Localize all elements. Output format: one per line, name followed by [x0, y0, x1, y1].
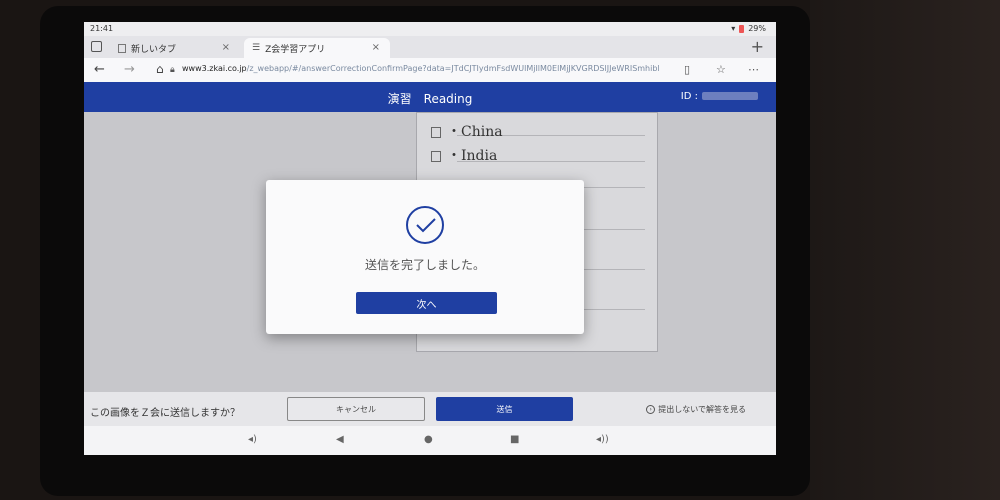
handwritten-entry: ・India: [431, 145, 497, 165]
address-bar: ← → ⌂ 🔒︎ www3.zkai.co.jp/z_webapp/#/answ…: [84, 58, 776, 82]
view-answer-link[interactable]: › 提出しないで解答を見る: [646, 404, 746, 415]
battery-icon: [739, 24, 745, 33]
favorites-star-icon[interactable]: ☆: [716, 63, 726, 76]
user-id: ID :: [681, 91, 758, 102]
wifi-icon: ▾: [731, 24, 736, 33]
status-time: 21:41: [90, 24, 114, 33]
page-title: 演習 Reading: [387, 92, 473, 106]
user-id-masked: [702, 92, 758, 100]
url-host: www3.zkai.co.jp: [182, 64, 247, 73]
lock-icon: 🔒︎: [170, 65, 175, 75]
volume-down-icon[interactable]: ◂): [248, 434, 257, 445]
tab-zkai-app[interactable]: ☰ Z会学習アプリ ×: [244, 38, 390, 58]
checkmark-icon: [406, 206, 444, 244]
submit-question: この画像をＺ会に送信しますか？: [90, 408, 240, 419]
dialog-message: 送信を完了しました。: [364, 258, 485, 272]
recents-icon[interactable]: ■: [510, 434, 519, 445]
url-field[interactable]: www3.zkai.co.jp/z_webapp/#/answerCorrect…: [182, 64, 672, 77]
tab-label: Z会学習アプリ: [265, 44, 326, 55]
page-icon: [118, 43, 126, 53]
submit-bar: この画像をＺ会に送信しますか？ キャンセル 送信 › 提出しないで解答を見る: [84, 392, 776, 426]
app-header: 演習 Reading ID :: [84, 82, 776, 112]
volume-up-icon[interactable]: ◂)): [596, 434, 609, 445]
new-tab-button[interactable]: +: [751, 37, 764, 56]
checkbox-drawing: [431, 150, 441, 162]
next-button[interactable]: 次へ: [356, 292, 497, 314]
tab-bar: 新しいタブ × ☰ Z会学習アプリ × +: [84, 36, 776, 58]
back-icon[interactable]: ◀: [336, 434, 344, 445]
tab-new[interactable]: 新しいタブ ×: [110, 38, 240, 58]
handwritten-entry: ・China: [431, 121, 503, 141]
more-menu-icon[interactable]: ⋯: [748, 63, 759, 76]
android-nav-bar: ◂) ◀ ● ■ ◂)): [84, 426, 776, 455]
home-icon[interactable]: ⌂: [156, 62, 164, 76]
tab-label: 新しいタブ: [131, 44, 177, 55]
close-icon[interactable]: ×: [222, 42, 230, 53]
battery-level: 29%: [748, 24, 766, 33]
user-id-label: ID :: [680, 91, 698, 102]
back-arrow-icon[interactable]: ←: [94, 62, 105, 77]
forward-arrow-icon[interactable]: →: [124, 62, 135, 77]
status-icons: ▾ 29%: [731, 24, 766, 33]
url-path: /z_webapp/#/answerCorrectionConfirmPage?…: [246, 64, 660, 73]
checkbox-drawing: [431, 126, 441, 138]
send-button[interactable]: 送信: [436, 397, 573, 421]
cancel-button[interactable]: キャンセル: [287, 397, 425, 421]
home-circle-icon[interactable]: ●: [424, 434, 433, 445]
arrow-circle-icon: ›: [646, 405, 656, 414]
close-icon[interactable]: ×: [372, 42, 380, 53]
tablet-screen: 21:41 ▾ 29% 新しいタブ × ☰ Z会学習アプリ × + ← → ⌂ …: [84, 22, 776, 455]
status-bar: 21:41 ▾ 29%: [84, 22, 776, 36]
completion-dialog: 送信を完了しました。 次へ: [266, 180, 584, 334]
reading-view-icon[interactable]: ▯: [684, 63, 690, 76]
tab-switcher-icon[interactable]: [91, 41, 102, 52]
view-answer-label: 提出しないで解答を見る: [658, 405, 746, 414]
zkai-favicon-icon: ☰: [252, 43, 261, 53]
background: [810, 0, 1000, 500]
